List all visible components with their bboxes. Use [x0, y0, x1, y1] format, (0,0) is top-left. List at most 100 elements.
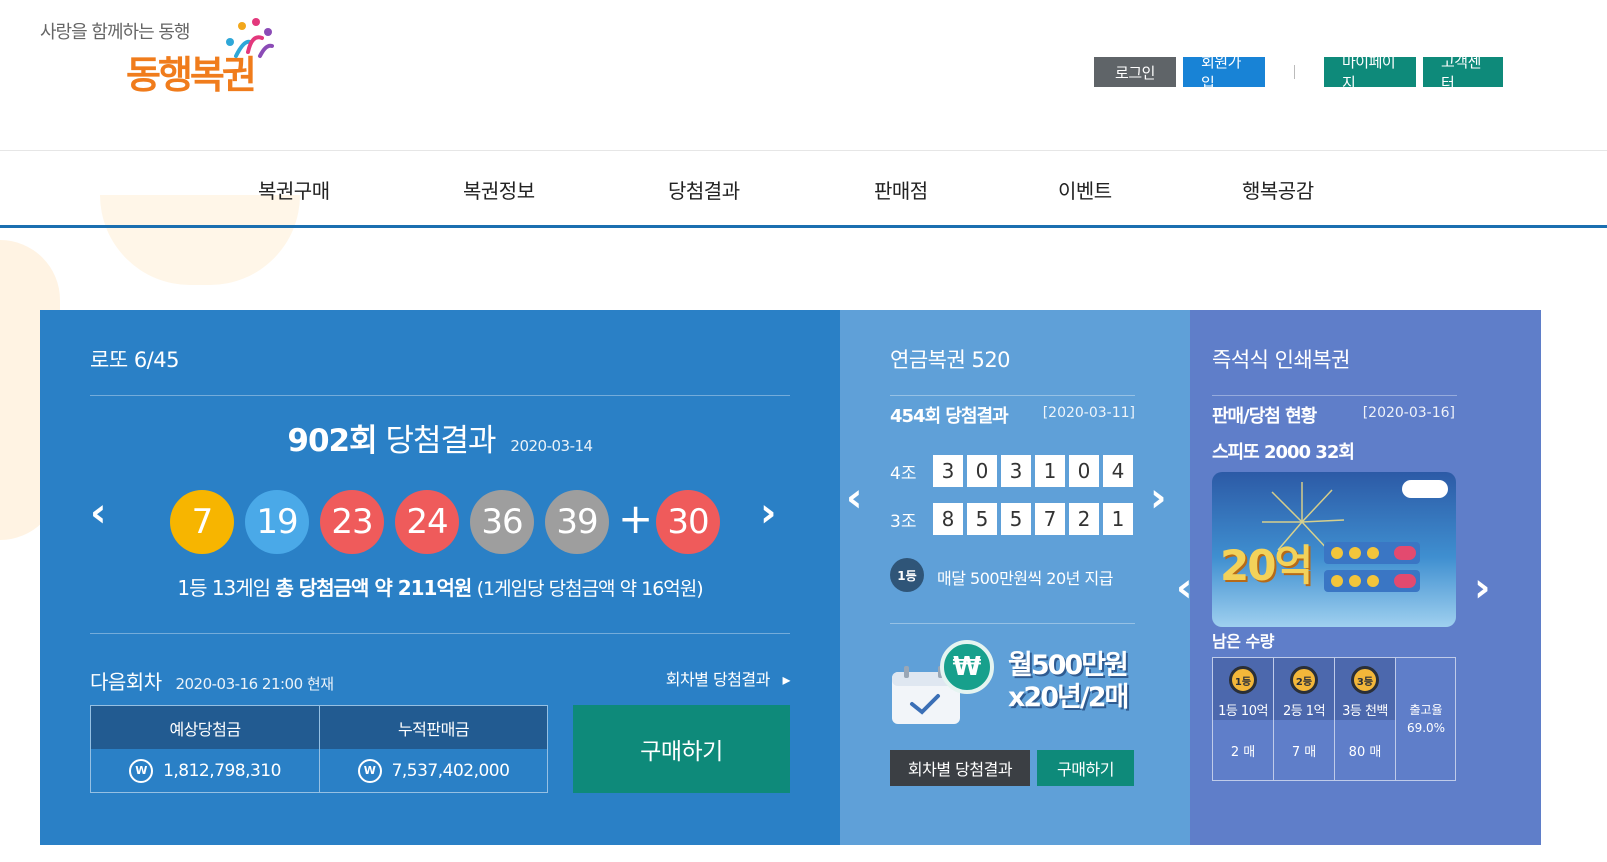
round-results-link-label: 회차별 당첨결과	[665, 670, 771, 689]
pension-buy-button[interactable]: 구매하기	[1037, 750, 1134, 786]
pension-digit: 1	[1035, 455, 1065, 487]
next-instant-arrow-icon[interactable]: ›	[1474, 565, 1490, 611]
winning-ball: 7	[170, 490, 234, 554]
pension-group-label: 3조	[890, 512, 917, 532]
divider	[1294, 65, 1295, 79]
accumulated-sales-column: 누적판매금 W 7,537,402,000	[319, 706, 547, 792]
mypage-button[interactable]: 마이페이지	[1324, 53, 1416, 92]
nav-item-happiness[interactable]: 행복공감	[1242, 175, 1314, 204]
pension-digit: 5	[967, 503, 997, 535]
pension-row-4jo: 4조 3 0 3 1 0 4	[890, 455, 1140, 487]
prize-tier-count: 7 매	[1291, 744, 1317, 760]
pension-digit: 1	[1103, 503, 1133, 535]
release-rate: 출고율 69.0%	[1396, 658, 1456, 780]
ticket-jackpot-text: 20억	[1220, 541, 1313, 590]
jackpot-table: 예상당첨금 W 1,812,798,310 누적판매금 W 7,537,402,…	[90, 705, 548, 793]
divider	[1212, 395, 1457, 396]
nav-item-events[interactable]: 이벤트	[1058, 175, 1112, 204]
winning-ball: 24	[395, 490, 459, 554]
divider	[890, 623, 1135, 624]
pension-digit: 3	[933, 455, 963, 487]
prize-main: 총 당첨금액 약 211억원	[275, 576, 472, 600]
prev-pension-arrow-icon[interactable]: ‹	[846, 475, 862, 521]
lotto-round-date: 2020-03-14	[510, 437, 593, 455]
nav-item-info[interactable]: 복권정보	[463, 175, 535, 204]
pension-digit: 3	[1001, 455, 1031, 487]
customer-center-button[interactable]: 고객센터	[1423, 53, 1503, 92]
nav-item-results[interactable]: 당첨결과	[668, 175, 740, 204]
top-utility-buttons: 로그인 회원가입 마이페이지 고객센터	[1087, 53, 1503, 92]
pension-description: 매달 500만원씩 20년 지급	[937, 569, 1113, 588]
lotto-panel: 로또 6/45 902회 당첨결과 2020-03-14 ‹ 7 19 23 2…	[40, 310, 840, 845]
next-round-info: 다음회차 2020-03-16 21:00 현재	[90, 666, 334, 695]
site-logo[interactable]: 사랑을 함께하는 동행 동행복권	[40, 16, 280, 106]
divider	[90, 395, 790, 396]
remaining-label: 남은 수량	[1212, 632, 1274, 651]
first-prize-badge: 1등	[890, 558, 924, 592]
pension-digit: 0	[967, 455, 997, 487]
speetto-ticket-image[interactable]: 20억	[1212, 472, 1456, 627]
remaining-column: 1등 1등 10억 2 매	[1213, 658, 1274, 780]
lotto-round-title: 902회 당첨결과 2020-03-14	[40, 415, 840, 460]
instant-date: [2020-03-16]	[1362, 405, 1455, 421]
prize-prefix: 1등 13게임	[177, 576, 271, 600]
instant-title: 즉석식 인쇄복권	[1212, 348, 1350, 372]
prize-tier-header: 3등 3등 천백	[1335, 658, 1395, 720]
pension-digit: 0	[1069, 455, 1099, 487]
winning-ball: 19	[245, 490, 309, 554]
logo-mark-icon	[226, 18, 274, 58]
round-results-link[interactable]: 회차별 당첨결과 ▸	[665, 666, 791, 690]
remaining-column: 3등 3등 천백 80 매	[1335, 658, 1396, 780]
pension-ad-line2: x20년/2매	[1008, 682, 1129, 713]
pension-digit: 4	[1103, 455, 1133, 487]
prize-tier-count: 2 매	[1230, 744, 1256, 760]
pension-results-button[interactable]: 회차별 당첨결과	[890, 750, 1030, 786]
next-round-label: 다음회차	[90, 670, 162, 694]
lotto-round-suffix: 당첨결과	[385, 423, 496, 459]
remaining-column: 2등 2등 1억 7 매	[1274, 658, 1335, 780]
prize-tier-label: 3등 천백	[1342, 704, 1388, 719]
next-pension-arrow-icon[interactable]: ›	[1150, 475, 1166, 521]
nav-item-buy[interactable]: 복권구매	[258, 175, 330, 204]
main-nav: 복권구매 복권정보 당첨결과 판매점 이벤트 행복공감	[0, 150, 1607, 228]
pension-ad-banner[interactable]: ₩ 월500만원 x20년/2매	[890, 640, 1140, 730]
prev-round-arrow-icon[interactable]: ‹	[90, 490, 106, 536]
expected-prize-column: 예상당첨금 W 1,812,798,310	[91, 706, 319, 792]
won-coin-icon: ₩	[940, 640, 994, 694]
page: 사랑을 함께하는 동행 동행복권 로그인 회원가입 마이페이지 고객센터 복권구…	[0, 0, 1607, 862]
won-icon: W	[357, 758, 382, 783]
login-button[interactable]: 로그인	[1094, 57, 1176, 87]
won-icon: W	[129, 758, 154, 783]
nav-item-stores[interactable]: 판매점	[874, 175, 928, 204]
accumulated-sales-cell: W 7,537,402,000	[320, 749, 547, 792]
expected-prize-value: 1,812,798,310	[163, 760, 281, 781]
plus-icon: +	[618, 494, 654, 543]
prev-instant-arrow-icon[interactable]: ‹	[1176, 565, 1192, 611]
expected-prize-header: 예상당첨금	[91, 706, 319, 749]
next-round-date: 2020-03-16 21:00 현재	[175, 675, 334, 693]
pension-date: [2020-03-11]	[1042, 405, 1135, 421]
prize-tier-label: 1등 10억	[1218, 704, 1268, 719]
next-round-arrow-icon[interactable]: ›	[760, 490, 776, 536]
medal-icon: 2등	[1290, 666, 1318, 694]
instant-panel: 즉석식 인쇄복권 판매/당첨 현황 [2020-03-16] 스피또 2000 …	[1176, 310, 1541, 845]
pension-digit: 8	[933, 503, 963, 535]
pension-row-3jo: 3조 8 5 5 7 2 1	[890, 503, 1140, 535]
winning-ball: 39	[545, 490, 609, 554]
pension-digit: 2	[1069, 503, 1099, 535]
prize-tier-header: 1등 1등 10억	[1213, 658, 1273, 720]
lotto-title: 로또 6/45	[90, 348, 179, 372]
signup-button[interactable]: 회원가입	[1183, 53, 1265, 92]
accumulated-sales-header: 누적판매금	[320, 706, 547, 749]
lotto-round-number: 902회	[287, 423, 377, 459]
medal-icon: 1등	[1229, 666, 1257, 694]
prize-tier-header: 2등 2등 1억	[1274, 658, 1334, 720]
lotto-prize-summary: 1등 13게임 총 당첨금액 약 211억원 (1게임당 당첨금액 약 16억원…	[40, 572, 840, 601]
winning-ball: 36	[470, 490, 534, 554]
header: 사랑을 함께하는 동행 동행복권 로그인 회원가입 마이페이지 고객센터	[0, 0, 1607, 150]
release-rate-label: 출고율	[1409, 703, 1443, 717]
prize-suffix: (1게임당 당첨금액 약 16억원)	[476, 578, 704, 600]
lotto-buy-button[interactable]: 구매하기	[573, 705, 790, 793]
pension-digit: 5	[1001, 503, 1031, 535]
medal-icon: 3등	[1351, 666, 1379, 694]
